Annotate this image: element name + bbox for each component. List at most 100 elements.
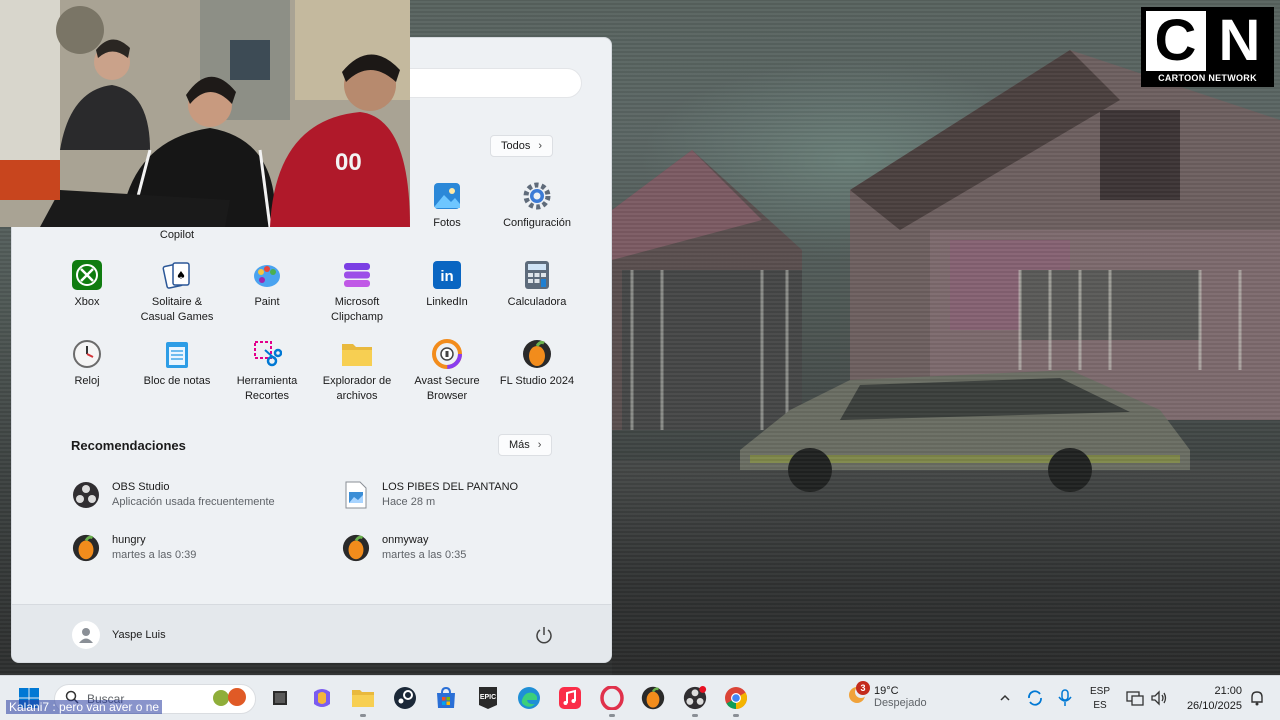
clock-icon <box>71 338 103 370</box>
photos-icon <box>431 180 463 212</box>
user-account-button[interactable]: Yaspe Luis <box>72 621 166 649</box>
start-menu-footer: Yaspe Luis <box>12 604 611 662</box>
calculator-icon <box>521 259 553 291</box>
language-top: ESP <box>1089 686 1110 697</box>
pinned-app-avast[interactable]: Avast Secure Browser <box>402 338 492 404</box>
cartoon-network-logo: C N CARTOON NETWORK <box>1141 7 1274 87</box>
clock-date: 26/10/2025 <box>1186 700 1242 712</box>
app-label: FL Studio 2024 <box>499 375 575 387</box>
weather-temperature: 19°C <box>874 684 899 697</box>
chrome-icon[interactable] <box>723 685 749 717</box>
microphone-icon[interactable] <box>1052 685 1078 711</box>
pinned-app-configuracion[interactable]: Configuración <box>492 180 582 231</box>
recommendation-subtitle: Aplicación usada frecuentemente <box>112 496 275 508</box>
pinned-app-linkedin[interactable]: in LinkedIn <box>402 259 492 310</box>
solitaire-icon: ♠ <box>161 259 193 291</box>
cn-letter-c: C <box>1145 11 1206 71</box>
cn-letter-n: N <box>1209 11 1270 71</box>
pinned-app-explorador[interactable]: Explorador de archivos <box>312 338 402 404</box>
edge-icon[interactable] <box>516 685 542 711</box>
pinned-app-solitaire[interactable]: ♠ Solitaire & Casual Games <box>132 259 222 325</box>
xbox-icon <box>71 259 103 291</box>
pinned-app-fotos[interactable]: Fotos <box>402 180 492 231</box>
search-highlight-icon <box>211 686 249 713</box>
recommendation-name: LOS PIBES DEL PANTANO <box>382 481 519 493</box>
app-label: Fotos <box>433 217 461 229</box>
pinned-app-paint[interactable]: Paint <box>222 259 312 310</box>
file-explorer-icon <box>341 338 373 370</box>
snipping-tool-icon <box>251 338 283 370</box>
system-clock[interactable]: 21:00 26/10/2025 <box>1176 684 1242 714</box>
obs-icon <box>72 481 100 509</box>
weather-notification-badge: 3 <box>856 681 870 695</box>
fl-studio-icon <box>521 338 553 370</box>
recommendations-title: Recomendaciones <box>71 438 186 453</box>
notification-bell-icon[interactable] <box>1244 685 1270 711</box>
recommendation-name: hungry <box>112 534 146 546</box>
weather-condition: Despejado <box>874 696 927 709</box>
epic-games-icon[interactable]: EPIC <box>475 685 501 711</box>
microsoft-store-icon[interactable] <box>433 685 459 711</box>
app-label: Microsoft Clipchamp <box>331 296 383 323</box>
apple-music-icon[interactable] <box>557 685 583 711</box>
recommendation-subtitle: martes a las 0:39 <box>112 549 197 561</box>
running-indicator <box>692 714 698 717</box>
pinned-app-copilot-label[interactable]: Copilot <box>132 229 222 241</box>
app-label: Avast Secure Browser <box>414 375 480 402</box>
steam-icon[interactable] <box>392 685 418 711</box>
language-indicator[interactable]: ESP ES <box>1086 685 1114 713</box>
pinned-app-fl-studio[interactable]: FL Studio 2024 <box>492 338 582 389</box>
avast-browser-icon <box>431 338 463 370</box>
app-label: Bloc de notas <box>143 375 211 387</box>
app-label: Solitaire & Casual Games <box>140 296 214 323</box>
cn-caption: CARTOON NETWORK <box>1158 73 1257 83</box>
recommendation-item[interactable]: LOS PIBES DEL PANTANO Hace 28 m <box>342 480 592 510</box>
pinned-app-recortes[interactable]: Herramienta Recortes <box>222 338 312 404</box>
clock-time: 21:00 <box>1214 685 1242 697</box>
taskbar: Buscar EPIC 19°C Despejado 3 ESP ES 21:0… <box>0 675 1280 720</box>
pinned-app-xbox[interactable]: Xbox <box>42 259 132 310</box>
image-file-icon <box>342 481 370 509</box>
clipchamp-icon <box>341 259 373 291</box>
recommendation-item[interactable]: hungry martes a las 0:39 <box>72 533 322 563</box>
power-icon[interactable] <box>534 625 554 645</box>
app-label: Calculadora <box>507 296 567 308</box>
recommendation-item[interactable]: onmyway martes a las 0:35 <box>342 533 592 563</box>
app-label: LinkedIn <box>426 296 468 308</box>
recommendation-name: OBS Studio <box>112 481 170 493</box>
file-explorer-icon[interactable] <box>350 685 376 717</box>
all-apps-label: Todos <box>501 140 531 152</box>
copilot-icon[interactable] <box>309 685 335 711</box>
sync-icon[interactable] <box>1022 685 1048 711</box>
pinned-app-bloc-de-notas[interactable]: Bloc de notas <box>132 338 222 389</box>
opera-icon[interactable] <box>599 685 625 717</box>
network-icon[interactable] <box>1122 685 1148 711</box>
cn-letters: C N <box>1145 11 1270 71</box>
settings-icon <box>521 180 553 212</box>
more-button[interactable]: Más › <box>498 434 553 456</box>
app-label: Xbox <box>74 296 100 308</box>
recommendation-name: onmyway <box>382 534 429 546</box>
user-name: Yaspe Luis <box>112 629 166 641</box>
all-apps-button[interactable]: Todos › <box>490 135 554 157</box>
fl-studio-icon <box>342 534 370 562</box>
running-indicator <box>733 714 739 717</box>
pinned-app-reloj[interactable]: Reloj <box>42 338 132 389</box>
obs-icon[interactable] <box>682 685 708 717</box>
recommendation-subtitle: Hace 28 m <box>382 496 436 508</box>
chevron-up-icon[interactable] <box>992 685 1018 711</box>
recommendation-item[interactable]: OBS Studio Aplicación usada frecuentemen… <box>72 480 322 510</box>
task-view-icon[interactable] <box>267 685 293 711</box>
svg-text:in: in <box>440 268 453 285</box>
app-label: Herramienta Recortes <box>236 375 298 402</box>
recommendation-subtitle: martes a las 0:35 <box>382 549 467 561</box>
running-indicator <box>609 714 615 717</box>
pinned-app-calculadora[interactable]: Calculadora <box>492 259 582 310</box>
notepad-icon <box>161 338 193 370</box>
svg-text:EPIC: EPIC <box>480 694 496 701</box>
svg-text:♠: ♠ <box>176 269 186 282</box>
fl-studio-icon[interactable] <box>640 685 666 711</box>
pinned-app-clipchamp[interactable]: Microsoft Clipchamp <box>312 259 402 325</box>
volume-icon[interactable] <box>1146 685 1172 711</box>
avatar <box>72 621 100 649</box>
